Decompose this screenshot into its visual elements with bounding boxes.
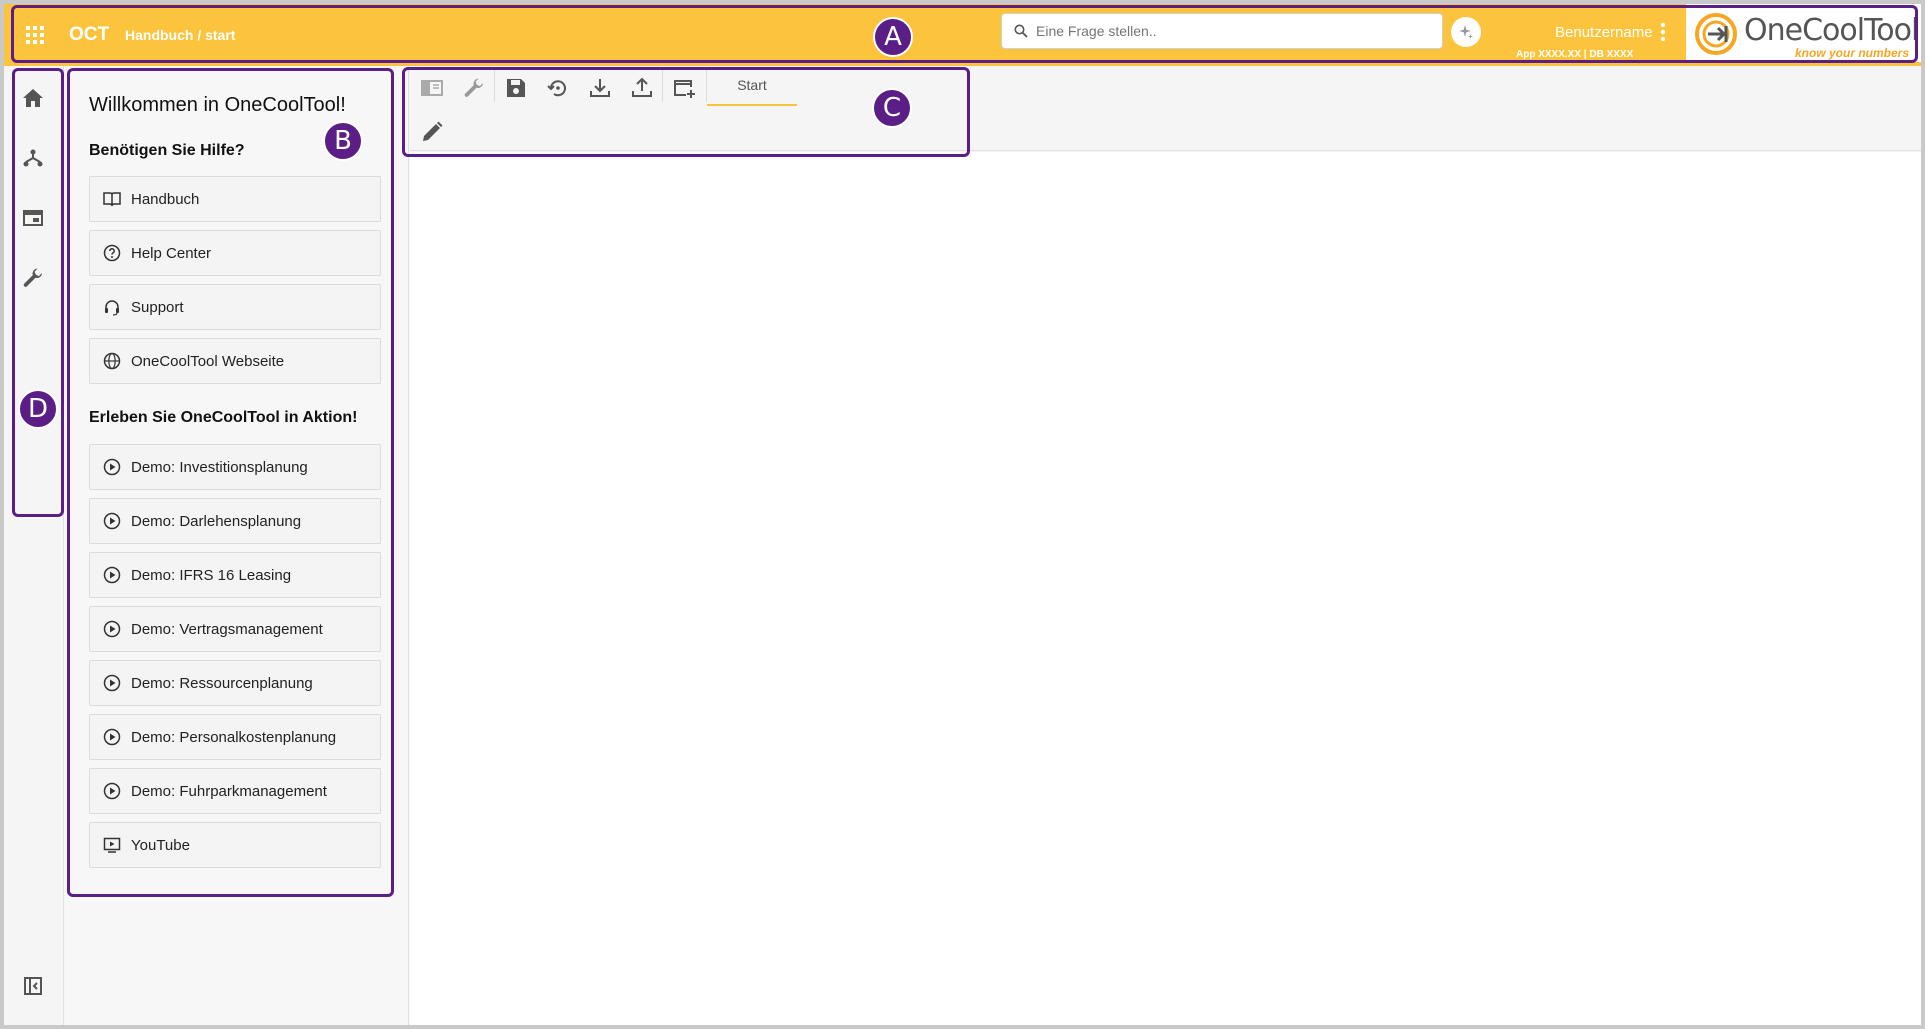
play-circle-icon: [103, 782, 121, 800]
logo-tagline: know your numbers: [1795, 46, 1910, 60]
hierarchy-icon[interactable]: [21, 146, 45, 170]
play-circle-icon: [103, 566, 121, 584]
website-label: OneCoolTool Webseite: [131, 352, 285, 370]
play-circle-icon: [103, 728, 121, 746]
demo-darlehensplanung-button[interactable]: Demo: Darlehensplanung: [89, 498, 381, 544]
youtube-button[interactable]: YouTube: [89, 822, 381, 868]
support-label: Support: [131, 298, 184, 316]
panel-toggle-icon[interactable]: [420, 76, 444, 100]
play-circle-icon: [103, 512, 121, 530]
annotation-badge-b: B: [323, 121, 363, 161]
version-info: App XXXX.XX | DB XXXX: [1516, 49, 1634, 60]
toolbar-separator: [494, 70, 495, 102]
demo-personalkostenplanung-button[interactable]: Demo: Personalkostenplanung: [89, 714, 381, 760]
logo-text: OneCoolTool: [1744, 13, 1919, 48]
window-icon[interactable]: [21, 206, 45, 230]
video-icon: [103, 837, 121, 853]
save-icon[interactable]: [504, 76, 528, 100]
top-bar: OCT Handbuch / start Benutzername App XX…: [4, 4, 1921, 66]
demo-label: Demo: Fuhrparkmanagement: [131, 782, 327, 800]
play-circle-icon: [103, 620, 121, 638]
help-circle-icon: [103, 244, 121, 262]
help-section-title: Benötigen Sie Hilfe?: [89, 142, 245, 159]
search-icon: [1014, 24, 1028, 38]
restore-icon[interactable]: [546, 76, 570, 100]
home-icon[interactable]: [21, 86, 45, 110]
handbuch-label: Handbuch: [131, 190, 200, 208]
upload-icon[interactable]: [630, 76, 654, 100]
wrench-icon[interactable]: [462, 76, 486, 100]
logo-mark-icon: [1695, 13, 1737, 55]
app-window: OCT Handbuch / start Benutzername App XX…: [4, 4, 1921, 1025]
toolbar-separator: [662, 70, 663, 102]
demo-ifrs16-button[interactable]: Demo: IFRS 16 Leasing: [89, 552, 381, 598]
wrench-icon[interactable]: [21, 266, 45, 290]
demo-vertragsmanagement-button[interactable]: Demo: Vertragsmanagement: [89, 606, 381, 652]
handbuch-button[interactable]: Handbuch: [89, 176, 381, 222]
help-center-label: Help Center: [131, 244, 212, 262]
content-area: [410, 152, 1921, 1025]
pencil-icon[interactable]: [420, 120, 444, 144]
toolbar: Start: [410, 66, 1921, 151]
search-input[interactable]: [1036, 23, 1416, 39]
username[interactable]: Benutzername: [1555, 24, 1653, 41]
book-icon: [103, 192, 121, 207]
toolbar-row: Start: [410, 66, 1921, 106]
headset-icon: [105, 300, 119, 316]
demo-label: Demo: Personalkostenplanung: [131, 728, 337, 746]
left-rail: [4, 66, 64, 1025]
help-panel: Willkommen in OneCoolTool! Benötigen Sie…: [65, 66, 409, 1025]
search-box[interactable]: [1001, 13, 1443, 49]
demo-investitionsplanung-button[interactable]: Demo: Investitionsplanung: [89, 444, 381, 490]
brand-name[interactable]: OCT: [69, 24, 109, 46]
demo-ressourcenplanung-button[interactable]: Demo: Ressourcenplanung: [89, 660, 381, 706]
globe-icon: [103, 352, 121, 370]
demo-label: Demo: Ressourcenplanung: [131, 674, 313, 692]
panel-title: Willkommen in OneCoolTool!: [89, 94, 346, 116]
annotation-badge-d: D: [18, 389, 58, 429]
more-vertical-icon[interactable]: [1660, 22, 1666, 42]
breadcrumb[interactable]: Handbuch / start: [125, 27, 235, 43]
sparkle-icon: [1459, 25, 1473, 39]
demo-label: Demo: IFRS 16 Leasing: [131, 566, 292, 584]
download-icon[interactable]: [588, 76, 612, 100]
demo-label: Demo: Investitionsplanung: [131, 458, 308, 476]
logo: OneCoolTool know your numbers: [1686, 4, 1921, 62]
youtube-label: YouTube: [131, 836, 190, 854]
ai-assistant-button[interactable]: [1451, 17, 1481, 47]
sidebar-collapse-icon[interactable]: [21, 974, 45, 998]
annotation-badge-a: A: [873, 17, 913, 57]
demo-section-title: Erleben Sie OneCoolTool in Aktion!: [89, 409, 358, 426]
support-button[interactable]: Support: [89, 284, 381, 330]
play-circle-icon: [103, 674, 121, 692]
apps-grid-icon[interactable]: [26, 26, 44, 44]
demo-fuhrparkmanagement-button[interactable]: Demo: Fuhrparkmanagement: [89, 768, 381, 814]
demo-label: Demo: Darlehensplanung: [131, 512, 302, 530]
tab-start[interactable]: Start: [707, 66, 797, 106]
new-window-icon[interactable]: [672, 76, 696, 100]
annotation-badge-c: C: [872, 88, 912, 128]
help-center-button[interactable]: Help Center: [89, 230, 381, 276]
demo-label: Demo: Vertragsmanagement: [131, 620, 323, 638]
website-button[interactable]: OneCoolTool Webseite: [89, 338, 381, 384]
play-circle-icon: [103, 458, 121, 476]
